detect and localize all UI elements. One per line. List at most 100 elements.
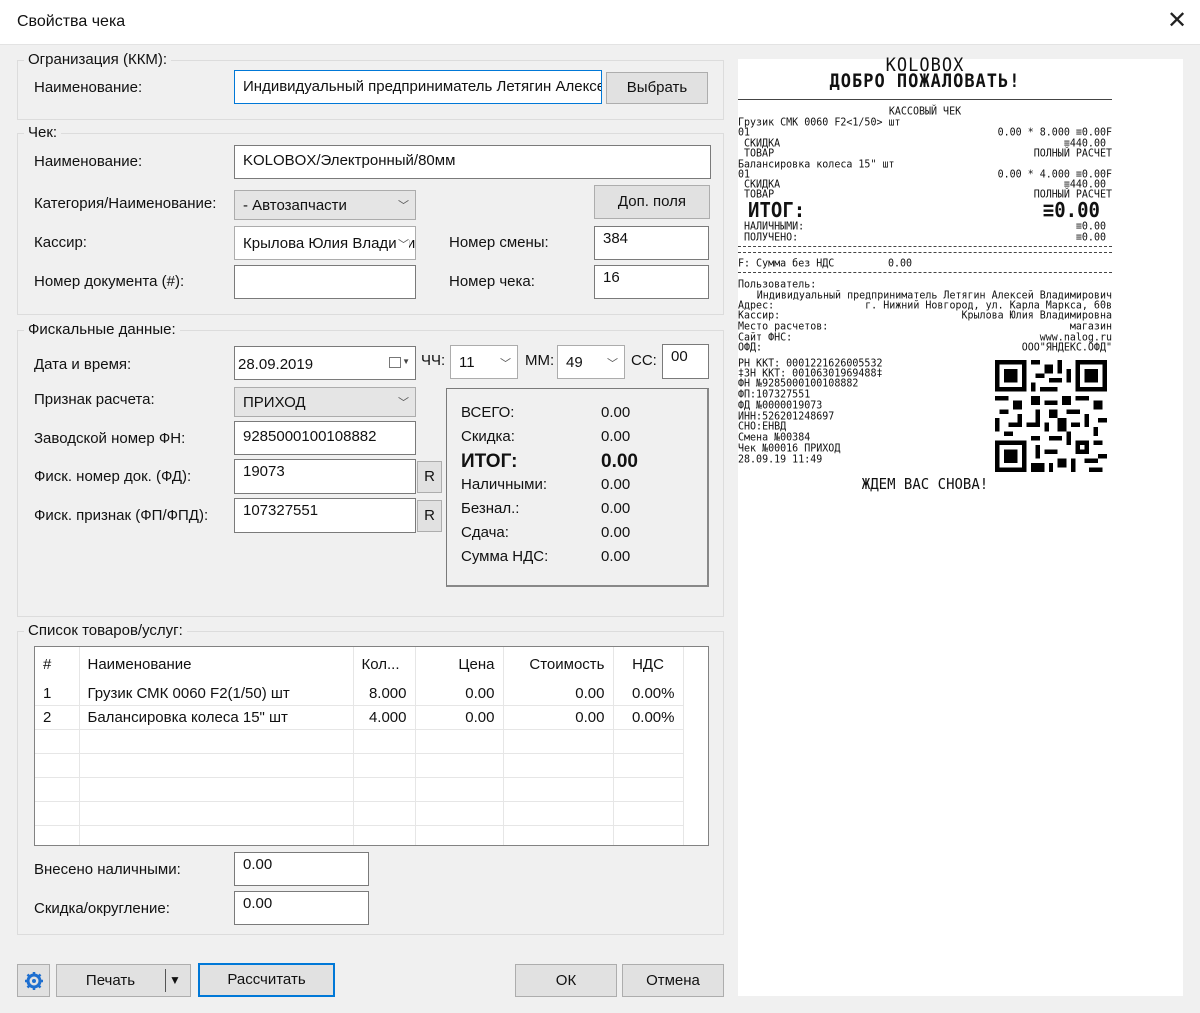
cashier-value: Крылова Юлия Владимировна (243, 235, 416, 252)
calendar-icon[interactable] (389, 357, 401, 368)
col-header-vat[interactable]: НДС (613, 647, 684, 682)
sum-cashless-label: Безнал.: (461, 500, 520, 517)
cell-price: 0.00 (415, 705, 504, 730)
cash-in-field[interactable]: 0.00 (234, 852, 369, 886)
calc-sign-label: Признак расчета: (34, 391, 155, 408)
mm-value: 49 (566, 354, 583, 371)
fn-field[interactable]: 9285000100108882 (234, 421, 416, 455)
gear-icon (24, 972, 43, 990)
select-org-button[interactable]: Выбрать (606, 72, 708, 104)
doc-number-label: Номер документа (#): (34, 273, 185, 290)
summary-panel: ВСЕГО: 0.00 Скидка: 0.00 ИТОГ: 0.00 Нали… (446, 388, 709, 587)
calc-sign-combo[interactable]: ПРИХОД ﹀ (234, 387, 416, 417)
calc-sign-value: ПРИХОД (243, 394, 306, 411)
goods-legend: Список товаров/услуг: (24, 622, 187, 639)
goods-table: # Наименование Кол... Цена Стоимость НДС… (35, 647, 684, 845)
cell-name: Грузик СМК 0060 F2(1/50) шт (79, 682, 354, 706)
cashier-combo[interactable]: Крылова Юлия Владимировна ﹀ (234, 226, 416, 260)
cell-num: 1 (35, 682, 80, 706)
table-row[interactable]: 1 Грузик СМК 0060 F2(1/50) шт 8.000 0.00… (35, 682, 684, 706)
cell-num: 2 (35, 705, 80, 730)
shift-label: Номер смены: (449, 234, 549, 251)
doc-number-field[interactable] (234, 265, 416, 299)
fd-r-button[interactable]: R (417, 461, 442, 493)
col-header-price[interactable]: Цена (415, 647, 504, 682)
sum-total-label: ВСЕГО: (461, 404, 515, 421)
sum-vat-label: Сумма НДС: (461, 548, 549, 565)
cell-name: Балансировка колеса 15" шт (79, 705, 354, 730)
sum-discount-value: 0.00 (601, 428, 631, 445)
close-icon[interactable]: ✕ (1166, 8, 1188, 34)
fp-field[interactable]: 107327551 (234, 498, 416, 533)
col-header-num[interactable]: # (35, 647, 80, 682)
org-name-label: Наименование: (34, 79, 143, 96)
caret-down-icon: ▼ (402, 357, 410, 366)
cell-cost: 0.00 (503, 682, 614, 706)
category-combo[interactable]: - Автозапчасти ﹀ (234, 190, 416, 220)
window-title: Свойства чека (17, 13, 126, 30)
dropdown-arrow-icon[interactable]: ▼ (169, 973, 181, 987)
fp-r-button[interactable]: R (417, 500, 442, 532)
sum-total-value: 0.00 (601, 404, 631, 421)
cash-in-label: Внесено наличными: (34, 861, 181, 878)
col-header-name[interactable]: Наименование (79, 647, 354, 682)
receipt-preview: KOLOBOX ДОБРО ПОЖАЛОВАТЬ! КАССОВЫЙ ЧЕК Г… (738, 56, 1183, 996)
col-header-qty[interactable]: Кол... (353, 647, 416, 682)
ok-button[interactable]: ОК (515, 964, 617, 997)
sum-change-value: 0.00 (601, 524, 631, 541)
extra-fields-button[interactable]: Доп. поля (594, 185, 710, 219)
hh-label: ЧЧ: (421, 352, 446, 369)
chevron-down-icon: ﹀ (396, 236, 409, 252)
receipt-itog-value: ≡0.00 (1042, 198, 1100, 223)
fd-field[interactable]: 19073 (234, 459, 416, 494)
check-number-field[interactable]: 16 (594, 265, 709, 299)
check-number-label: Номер чека: (449, 273, 535, 290)
mm-combo[interactable]: 49 ﹀ (557, 345, 625, 379)
cashier-label: Кассир: (34, 234, 87, 251)
cancel-button[interactable]: Отмена (622, 964, 724, 997)
datetime-label: Дата и время: (34, 356, 132, 373)
calculate-button[interactable]: Рассчитать (198, 963, 335, 997)
chevron-down-icon: ﹀ (500, 358, 511, 370)
sum-vat-value: 0.00 (601, 548, 631, 565)
col-header-cost[interactable]: Стоимость (503, 647, 614, 682)
print-split-button[interactable]: Печать ▼ (56, 964, 191, 997)
fn-label: Заводской номер ФН: (34, 430, 186, 447)
receipt-goodbye: ЖДЕМ ВАС СНОВА! (861, 475, 989, 494)
check-name-label: Наименование: (34, 153, 143, 170)
rounding-field[interactable]: 0.00 (234, 891, 369, 925)
date-field[interactable]: 28.09.2019 ▼ (234, 346, 416, 380)
sum-itog-label: ИТОГ: (461, 451, 518, 472)
sum-cashless-value: 0.00 (601, 500, 631, 517)
date-value: 28.09.2019 (238, 356, 314, 373)
hh-combo[interactable]: 11 ﹀ (450, 345, 518, 379)
fp-label: Фиск. признак (ФП/ФПД): (34, 507, 209, 524)
cell-qty: 8.000 (353, 682, 416, 706)
ss-field[interactable]: 00 (662, 344, 709, 379)
receipt-divider (738, 99, 1112, 100)
cell-vat: 0.00% (613, 682, 684, 706)
sum-change-label: Сдача: (461, 524, 509, 541)
table-row[interactable]: 2 Балансировка колеса 15" шт 4.000 0.00 … (35, 705, 684, 730)
receipt-welcome: ДОБРО ПОЖАЛОВАТЬ! (829, 70, 1021, 93)
cell-cost: 0.00 (503, 705, 614, 730)
goods-table-frame[interactable]: # Наименование Кол... Цена Стоимость НДС… (34, 646, 709, 846)
mm-label: ММ: (525, 352, 555, 369)
sum-cash-value: 0.00 (601, 476, 631, 493)
settings-button[interactable] (17, 964, 50, 997)
split-divider (165, 969, 166, 992)
receipt-divider (738, 246, 1112, 247)
shift-field[interactable]: 384 (594, 226, 709, 260)
fd-label: Фиск. номер док. (ФД): (34, 468, 192, 485)
org-name-field[interactable]: Индивидуальный предприниматель Летягин А… (234, 70, 602, 104)
check-name-field[interactable]: KOLOBOX/Электронный/80мм (234, 145, 711, 179)
print-button[interactable]: Печать (57, 965, 164, 996)
cell-price: 0.00 (415, 682, 504, 706)
category-label: Категория/Наименование: (34, 195, 217, 212)
check-legend: Чек: (24, 124, 62, 141)
empty-row (35, 777, 684, 802)
qr-code-icon (995, 360, 1107, 472)
empty-row (35, 825, 684, 845)
sum-discount-label: Скидка: (461, 428, 515, 445)
cell-qty: 4.000 (353, 705, 416, 730)
